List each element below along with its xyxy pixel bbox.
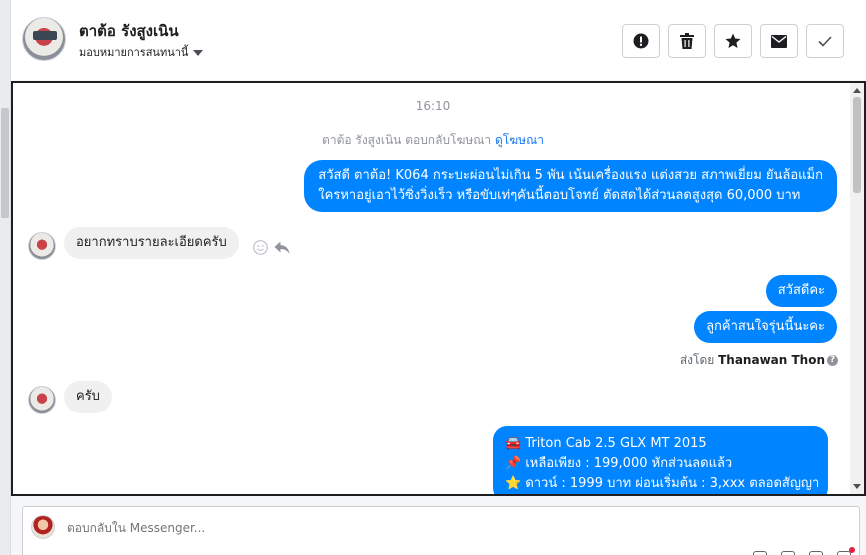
star-button[interactable] [714, 24, 752, 58]
envelope-icon [771, 34, 787, 48]
outgoing-message[interactable]: สวัสดี ตาต้อ! K064 กระบะผ่อนไม่เกิน 5 พั… [304, 160, 837, 212]
info-icon[interactable]: ? [827, 355, 838, 366]
messenger-reply-input[interactable] [67, 521, 467, 535]
header-actions [622, 24, 844, 58]
contact-name[interactable]: ตาต้อ รังสูงเนิน [79, 19, 179, 43]
inbox-window: ตาต้อ รังสูงเนิน มอบหมายการสนทนานี้ 16:1… [0, 0, 866, 555]
scroll-down-arrow-icon[interactable] [853, 484, 861, 489]
thread-scrollbar[interactable] [850, 83, 864, 494]
thread-scrollbar-thumb[interactable] [853, 97, 861, 193]
incoming-message[interactable]: ครับ [64, 381, 112, 413]
caret-down-icon [193, 50, 204, 56]
emoji-icon[interactable] [809, 551, 823, 555]
image-icon[interactable] [781, 551, 795, 555]
message-composer [22, 506, 860, 555]
message-thread[interactable]: 16:10 ตาต้อ รังสูงเนิน ตอบกลับโฆษณา ดูโฆ… [11, 81, 866, 496]
message-line: 🚘 Triton Cab 2.5 GLX MT 2015 [505, 436, 707, 451]
view-ad-link[interactable]: ดูโฆษณา [495, 133, 544, 147]
ad-reply-note: ตาต้อ รังสูงเนิน ตอบกลับโฆษณา ดูโฆษณา [13, 131, 853, 150]
message-line: 📌 เหลือเพียง : 199,000 หักส่วนลดแล้ว [505, 456, 733, 471]
message-tools [253, 240, 290, 255]
contact-avatar-small[interactable] [28, 386, 56, 414]
trash-icon [680, 33, 694, 49]
left-scrollbar[interactable] [0, 0, 11, 555]
message-line: ⭐ ดาวน์ : 1999 บาท ผ่อนเริ่มต้น : 3,xxx … [505, 476, 820, 491]
sent-by-name: Thanawan Thon [718, 353, 825, 367]
sent-by-prefix: ส่งโดย [679, 353, 715, 367]
outgoing-message[interactable]: 🚘 Triton Cab 2.5 GLX MT 2015 📌 เหลือเพีย… [493, 426, 828, 494]
mark-done-button[interactable] [806, 24, 844, 58]
conversation-header: ตาต้อ รังสูงเนิน มอบหมายการสนทนานี้ [11, 0, 866, 80]
outgoing-message[interactable]: ลูกค้าสนใจรุ่นนี้นะคะ [694, 311, 837, 343]
composer-tools [753, 547, 855, 555]
sent-by-label: ส่งโดย Thanawan Thon? [680, 351, 838, 370]
mark-spam-button[interactable] [622, 24, 660, 58]
contact-avatar-small[interactable] [28, 232, 56, 260]
page-avatar [31, 515, 55, 539]
left-scrollbar-thumb[interactable] [1, 108, 9, 218]
message-line: สวัสดี ตาต้อ! K064 กระบะผ่อนไม่เกิน 5 พั… [318, 168, 823, 183]
scroll-up-arrow-icon[interactable] [853, 88, 861, 93]
reply-icon[interactable] [274, 241, 290, 255]
message-line: ใครหาอยู่เอาไว้ซิ่งวิ่งเร็ว หรือขับเท่ๆค… [318, 188, 801, 203]
alert-icon [633, 33, 649, 49]
mark-unread-button[interactable] [760, 24, 798, 58]
emoji-react-icon[interactable] [253, 240, 268, 255]
incoming-message[interactable]: อยากทราบรายละเอียดครับ [64, 227, 239, 259]
ad-reply-text: ตาต้อ รังสูงเนิน ตอบกลับโฆษณา [322, 133, 492, 147]
check-icon [818, 35, 832, 47]
outgoing-message[interactable]: สวัสดีคะ [765, 275, 837, 307]
attachment-icon[interactable] [837, 547, 855, 555]
contact-avatar[interactable] [22, 17, 66, 61]
saved-reply-icon[interactable] [753, 551, 767, 555]
assign-conversation-dropdown[interactable]: มอบหมายการสนทนานี้ [79, 43, 204, 61]
star-icon [725, 33, 741, 48]
assign-label: มอบหมายการสนทนานี้ [79, 46, 189, 59]
message-timestamp: 16:10 [415, 99, 451, 113]
delete-button[interactable] [668, 24, 706, 58]
